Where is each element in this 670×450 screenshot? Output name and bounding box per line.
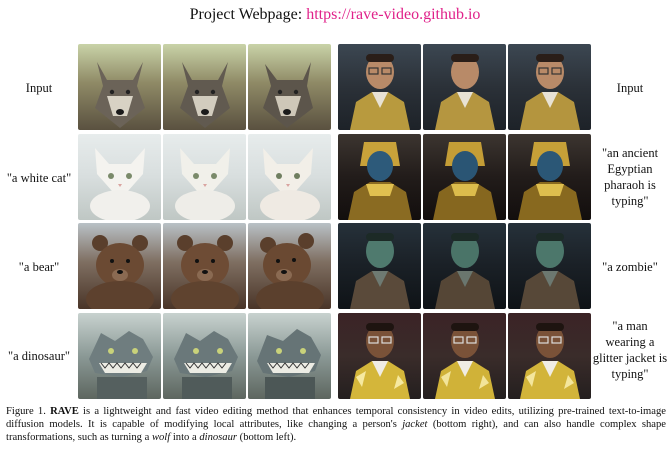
pharaoh-frame-1 — [338, 134, 421, 220]
right-label-glitter-jacket: "a man wearing a glitter jacket is typin… — [592, 319, 668, 381]
glitter-jacket-frame-3 — [508, 313, 591, 399]
zombie-frame-3 — [508, 223, 591, 309]
wolf-input-frame-2 — [163, 44, 246, 130]
zombie-frame-2 — [423, 223, 506, 309]
bear-icon — [255, 233, 324, 309]
wolf-icon — [94, 62, 145, 128]
man-input-frame-1 — [338, 44, 421, 130]
glitter-jacket-frame-2 — [423, 313, 506, 399]
cat-icon — [174, 148, 235, 220]
figure-label: Figure 1. — [6, 406, 46, 417]
caption-text-4: (bottom left). — [237, 432, 297, 443]
bear-frame-3 — [248, 223, 331, 309]
right-label-pharaoh: "an ancient Egyptian pharaoh is typing" — [601, 146, 659, 208]
left-label-white-cat: "a white cat" — [6, 171, 72, 185]
zombie-icon — [519, 233, 580, 309]
person-icon — [519, 54, 580, 130]
person-icon — [519, 323, 580, 399]
bear-frame-2 — [163, 223, 246, 309]
wolf-icon — [262, 62, 313, 128]
person-icon — [349, 323, 410, 399]
white-cat-frame-1 — [78, 134, 161, 220]
person-icon — [434, 54, 495, 130]
bear-icon — [170, 235, 239, 309]
man-input-frame-3 — [508, 44, 591, 130]
caption-jacket-word: jacket — [402, 419, 428, 430]
zombie-icon — [434, 233, 495, 309]
header-prefix: Project Webpage: — [189, 6, 303, 23]
white-cat-frame-2 — [163, 134, 246, 220]
method-name: RAVE — [50, 406, 79, 417]
dinosaur-frame-2 — [163, 313, 246, 399]
left-label-dinosaur: "a dinosaur" — [8, 349, 70, 363]
caption-dinosaur-word: dinosaur — [199, 432, 238, 443]
pharaoh-icon — [347, 142, 412, 220]
glitter-jacket-frame-1 — [338, 313, 421, 399]
right-label-input: Input — [616, 81, 644, 95]
dinosaur-icon — [173, 331, 238, 399]
wolf-input-frame-3 — [248, 44, 331, 130]
figure-caption: Figure 1. RAVE is a lightweight and fast… — [6, 405, 666, 444]
person-icon — [349, 54, 410, 130]
white-cat-frame-3 — [248, 134, 331, 220]
bear-frame-1 — [78, 223, 161, 309]
dinosaur-icon — [88, 331, 153, 399]
pharaoh-icon — [432, 142, 497, 220]
zombie-icon — [349, 233, 410, 309]
cat-icon — [89, 148, 150, 220]
bear-icon — [85, 235, 154, 309]
left-label-input: Input — [25, 81, 53, 95]
dinosaur-frame-3 — [248, 313, 331, 399]
dinosaur-icon — [256, 329, 321, 399]
caption-wolf-word: wolf — [151, 432, 171, 443]
dinosaur-frame-1 — [78, 313, 161, 399]
zombie-frame-1 — [338, 223, 421, 309]
pharaoh-icon — [517, 142, 582, 220]
pharaoh-frame-3 — [508, 134, 591, 220]
project-webpage-link[interactable]: https://rave-video.github.io — [306, 6, 480, 23]
person-icon — [434, 323, 495, 399]
cat-icon — [259, 148, 320, 220]
project-webpage-header: Project Webpage: https://rave-video.gith… — [0, 6, 670, 24]
pharaoh-frame-2 — [423, 134, 506, 220]
wolf-input-frame-1 — [78, 44, 161, 130]
man-input-frame-2 — [423, 44, 506, 130]
right-label-zombie: "a zombie" — [602, 260, 658, 274]
caption-text-3: into a — [170, 432, 200, 443]
wolf-icon — [179, 62, 230, 128]
left-label-bear: "a bear" — [18, 260, 60, 274]
